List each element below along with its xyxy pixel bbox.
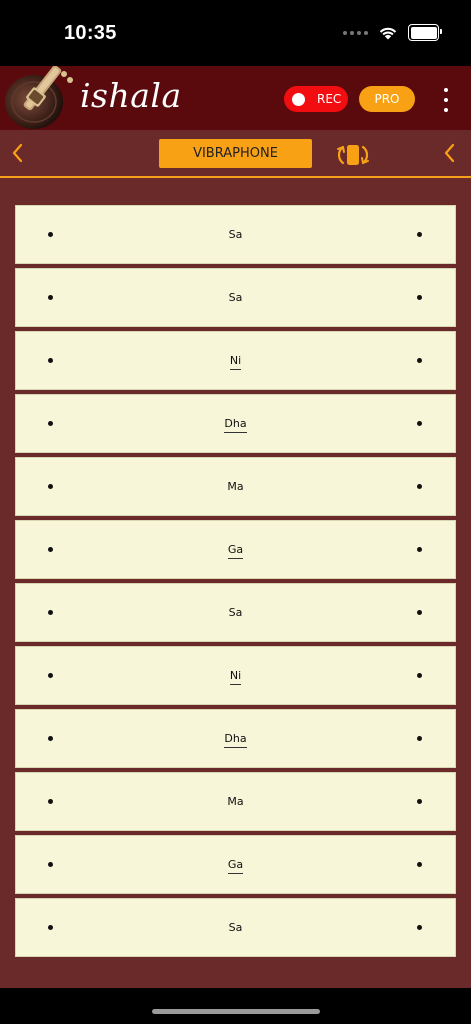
- note-text: Sa: [228, 291, 243, 304]
- note-label: Ga: [16, 543, 455, 559]
- note-label: Sa: [16, 921, 455, 934]
- note-label: Ma: [16, 795, 455, 808]
- cellular-signal-icon: [343, 30, 368, 35]
- note-text: Ga: [227, 858, 244, 874]
- right-dot-icon: [417, 547, 422, 552]
- sitar-logo-icon: [5, 66, 73, 129]
- note-text: Dha: [224, 417, 247, 433]
- right-dot-icon: [417, 799, 422, 804]
- right-dot-icon: [417, 295, 422, 300]
- note-row[interactable]: Ga: [15, 835, 456, 894]
- status-icons: [343, 24, 442, 41]
- chevron-left-icon[interactable]: [8, 142, 28, 164]
- note-label: Ni: [16, 669, 455, 685]
- right-dot-icon: [417, 484, 422, 489]
- right-dot-icon: [417, 610, 422, 615]
- rotate-icon[interactable]: [334, 141, 372, 169]
- record-dot-icon: [292, 92, 305, 106]
- note-row[interactable]: Dha: [15, 709, 456, 768]
- note-row[interactable]: Ga: [15, 520, 456, 579]
- right-dot-icon: [417, 862, 422, 867]
- right-dot-icon: [417, 736, 422, 741]
- note-label: Ni: [16, 354, 455, 370]
- note-text: Ni: [229, 354, 242, 370]
- right-dot-icon: [417, 421, 422, 426]
- right-dot-icon: [417, 358, 422, 363]
- note-text: Ma: [227, 480, 244, 493]
- home-indicator[interactable]: [152, 1009, 320, 1014]
- status-time: 10:35: [64, 22, 117, 44]
- record-label: REC: [317, 92, 342, 106]
- note-row[interactable]: Ma: [15, 457, 456, 516]
- right-dot-icon: [417, 673, 422, 678]
- note-row[interactable]: Ni: [15, 646, 456, 705]
- battery-icon: [408, 24, 442, 41]
- note-text: Ni: [229, 669, 242, 685]
- app-header: ishala REC PRO: [0, 66, 471, 130]
- more-vertical-icon[interactable]: [440, 88, 452, 112]
- notes-panel: Sa Sa Ni Dha Ma Ga Sa Ni Dha Ma Ga Sa: [0, 178, 471, 988]
- note-text: Sa: [228, 606, 243, 619]
- note-row[interactable]: Dha: [15, 394, 456, 453]
- note-label: Ga: [16, 858, 455, 874]
- note-label: Sa: [16, 291, 455, 304]
- wifi-icon: [379, 27, 397, 40]
- note-label: Dha: [16, 732, 455, 748]
- note-text: Dha: [224, 732, 247, 748]
- note-text: Sa: [228, 228, 243, 241]
- note-row[interactable]: Sa: [15, 268, 456, 327]
- status-bar: 10:35: [0, 0, 471, 66]
- note-row[interactable]: Ma: [15, 772, 456, 831]
- note-row[interactable]: Sa: [15, 583, 456, 642]
- app-screen: 10:35 ishala REC PRO VIBRAPHONE Sa Sa Ni…: [0, 0, 471, 1024]
- note-row[interactable]: Sa: [15, 205, 456, 264]
- note-row[interactable]: Sa: [15, 898, 456, 957]
- bottom-safe-area: [0, 988, 471, 1024]
- right-dot-icon: [417, 925, 422, 930]
- right-dot-icon: [417, 232, 422, 237]
- note-text: Sa: [228, 921, 243, 934]
- note-text: Ma: [227, 795, 244, 808]
- instrument-selector-button[interactable]: VIBRAPHONE: [159, 139, 312, 168]
- note-row[interactable]: Ni: [15, 331, 456, 390]
- record-button[interactable]: REC: [284, 86, 348, 112]
- note-text: Ga: [227, 543, 244, 559]
- app-logo-text: ishala: [80, 76, 182, 115]
- note-label: Sa: [16, 228, 455, 241]
- instrument-toolbar: VIBRAPHONE: [0, 130, 471, 178]
- note-label: Sa: [16, 606, 455, 619]
- notes-list: Sa Sa Ni Dha Ma Ga Sa Ni Dha Ma Ga Sa: [15, 205, 456, 961]
- pro-button[interactable]: PRO: [359, 86, 415, 112]
- note-label: Dha: [16, 417, 455, 433]
- note-label: Ma: [16, 480, 455, 493]
- chevron-left-icon[interactable]: [440, 142, 460, 164]
